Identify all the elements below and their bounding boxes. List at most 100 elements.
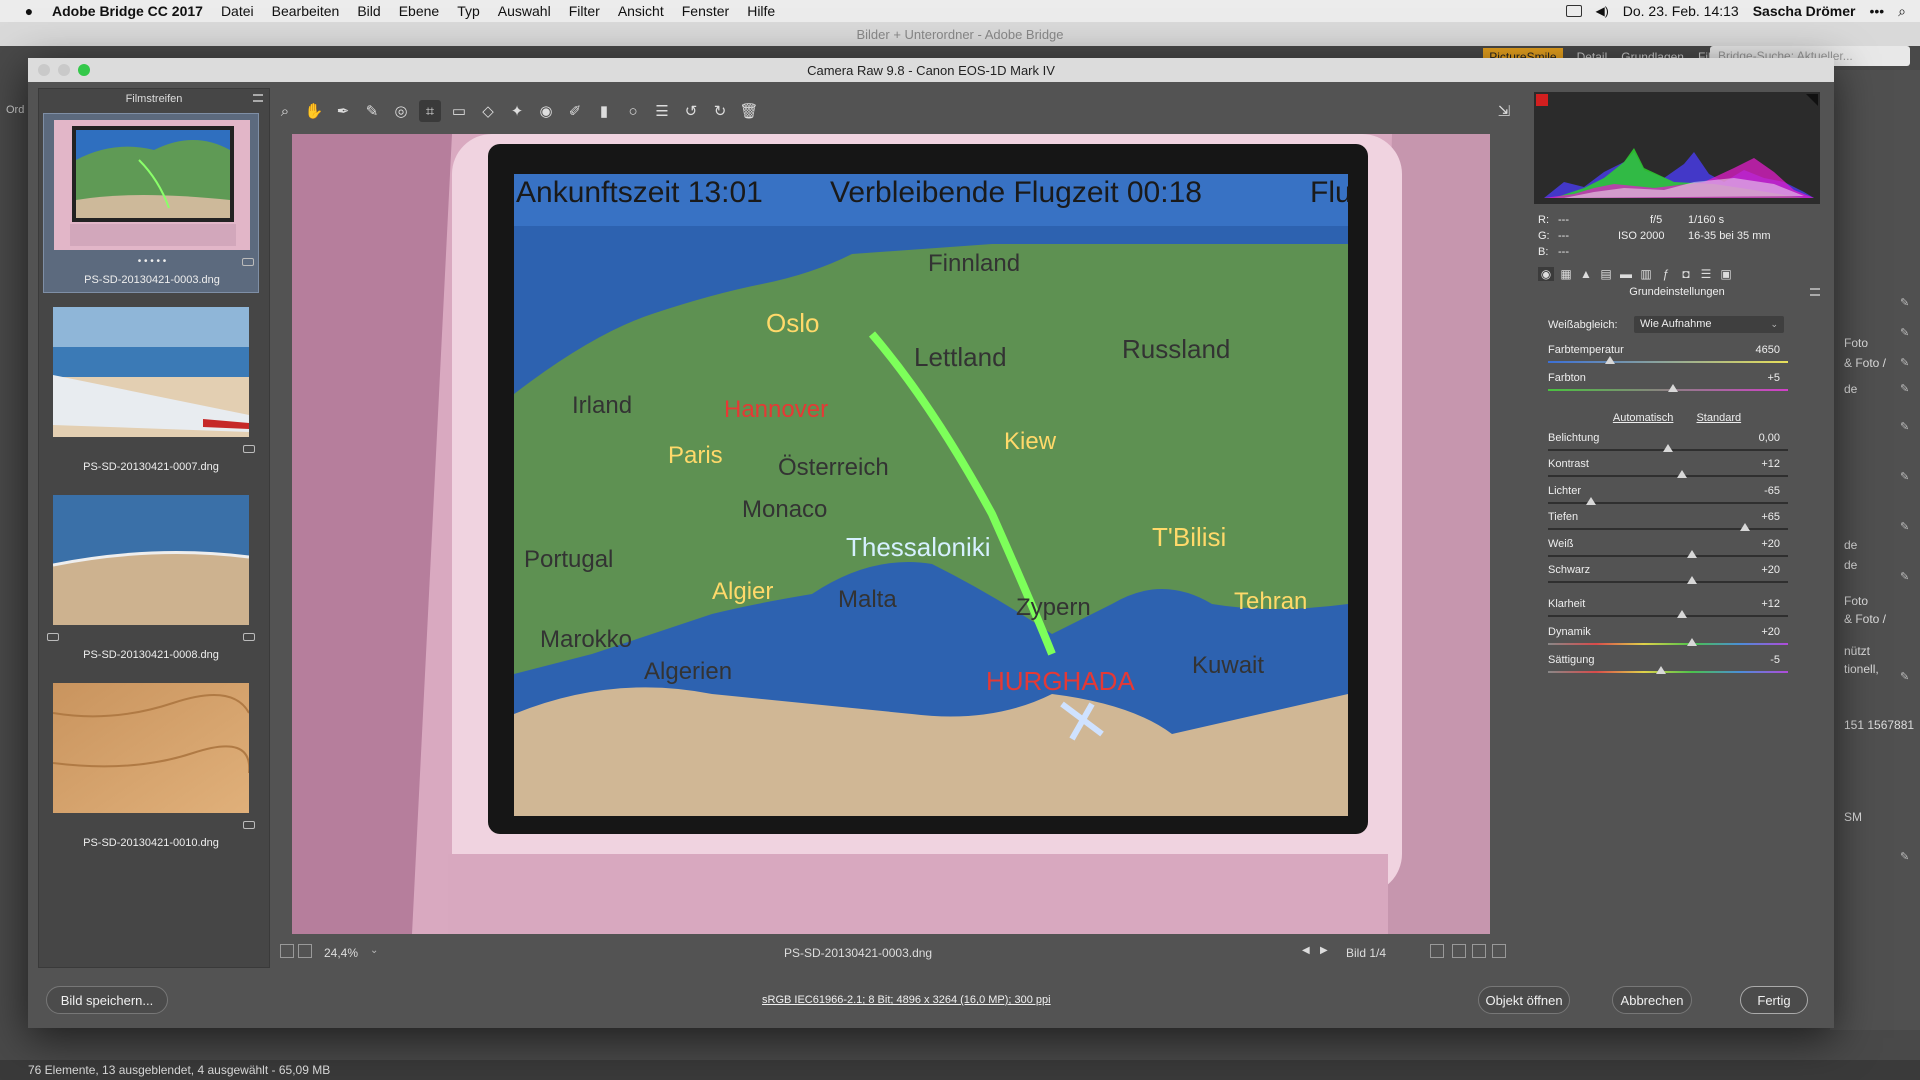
slider-value[interactable]: +65 <box>1761 511 1780 523</box>
red-eye-tool-icon[interactable]: ◉ <box>535 100 557 122</box>
color-sampler-tool-icon[interactable]: ✎ <box>361 100 383 122</box>
slider-track[interactable] <box>1548 501 1788 504</box>
pencil-icon[interactable]: ✎ <box>1900 356 1910 369</box>
slider-thumb[interactable] <box>1687 576 1697 584</box>
apple-icon[interactable]: ● <box>20 2 38 20</box>
copy-settings-icon[interactable] <box>1472 944 1486 958</box>
cancel-button[interactable]: Abbrechen <box>1612 986 1692 1014</box>
zoom-dropdown-icon[interactable]: ⌄ <box>370 945 378 956</box>
slider-temperature[interactable]: Farbtemperatur 4650 <box>1548 344 1792 368</box>
lens-corrections-tab-icon[interactable]: ▥ <box>1638 267 1654 281</box>
slider-thumb[interactable] <box>1663 444 1673 452</box>
slider-value[interactable]: +20 <box>1761 564 1780 576</box>
slider-track[interactable] <box>1548 554 1788 557</box>
transform-tool-icon[interactable]: ◇ <box>477 100 499 122</box>
slider-thumb[interactable] <box>1605 356 1616 364</box>
slider-thumb[interactable] <box>1677 470 1688 479</box>
open-object-button[interactable]: Objekt öffnen <box>1478 986 1570 1014</box>
slider-value[interactable]: -65 <box>1764 485 1780 497</box>
swap-settings-icon[interactable] <box>1452 944 1466 958</box>
crop-tool-icon[interactable]: ⌗ <box>419 100 441 122</box>
slider-track[interactable] <box>1548 671 1788 673</box>
default-link[interactable]: Standard <box>1696 412 1741 424</box>
snapshots-tab-icon[interactable]: ▣ <box>1718 267 1734 281</box>
basic-tab-icon[interactable]: ◉ <box>1538 267 1554 281</box>
before-after-icon[interactable] <box>1430 944 1444 958</box>
slider-thumb[interactable] <box>1655 666 1666 674</box>
adjustment-brush-icon[interactable]: ✐ <box>564 100 586 122</box>
radial-filter-icon[interactable]: ○ <box>622 100 644 122</box>
pencil-icon[interactable]: ✎ <box>1900 850 1910 863</box>
done-button[interactable]: Fertig <box>1740 986 1808 1014</box>
detail-tab-icon[interactable]: ▲ <box>1578 267 1594 281</box>
rating-stars[interactable]: • • • • • <box>44 256 260 267</box>
pencil-icon[interactable]: ✎ <box>1900 296 1910 309</box>
menu-filter[interactable]: Filter <box>569 3 600 19</box>
slider-value[interactable]: +5 <box>1767 372 1780 384</box>
zoom-out-button[interactable] <box>280 944 294 958</box>
slider-thumb[interactable] <box>1667 384 1678 392</box>
slider-track[interactable] <box>1548 361 1788 363</box>
trash-icon[interactable]: 🗑 <box>738 100 760 122</box>
straighten-tool-icon[interactable]: ▭ <box>448 100 470 122</box>
slider-track[interactable] <box>1548 475 1788 478</box>
white-balance-select[interactable]: Wie Aufnahme ⌄ <box>1634 316 1784 333</box>
slider-sättigung[interactable]: Sättigung -5 <box>1548 654 1792 678</box>
split-toning-tab-icon[interactable]: ▬ <box>1618 267 1634 281</box>
slider-value[interactable]: -5 <box>1770 654 1780 666</box>
slider-track[interactable] <box>1548 615 1788 617</box>
presets-tab-icon[interactable]: ☰ <box>1698 267 1714 281</box>
slider-track[interactable] <box>1548 643 1788 645</box>
image-preview[interactable]: Ankunftszeit 13:01 Verbleibende Flugzeit… <box>292 134 1490 934</box>
graduated-filter-icon[interactable]: ▮ <box>593 100 615 122</box>
menu-user[interactable]: Sascha Drömer <box>1753 3 1856 19</box>
pencil-icon[interactable]: ✎ <box>1900 382 1910 395</box>
menu-datetime[interactable]: Do. 23. Feb. 14:13 <box>1623 3 1739 19</box>
pencil-icon[interactable]: ✎ <box>1900 326 1910 339</box>
filmstrip-menu-icon[interactable] <box>253 94 263 102</box>
menu-hilfe[interactable]: Hilfe <box>747 3 775 19</box>
pencil-icon[interactable]: ✎ <box>1900 670 1910 683</box>
menu-typ[interactable]: Typ <box>457 3 480 19</box>
menu-fenster[interactable]: Fenster <box>682 3 729 19</box>
menu-datei[interactable]: Datei <box>221 3 254 19</box>
preferences-icon[interactable]: ☰ <box>651 100 673 122</box>
slider-track[interactable] <box>1548 528 1788 531</box>
slider-kontrast[interactable]: Kontrast +12 <box>1548 458 1792 482</box>
zoom-tool-icon[interactable]: ⌕ <box>274 100 296 122</box>
fullscreen-icon[interactable]: ⇲ <box>1493 100 1515 122</box>
slider-thumb[interactable] <box>1586 496 1597 505</box>
slider-value[interactable]: 4650 <box>1756 344 1780 356</box>
slider-dynamik[interactable]: Dynamik +20 <box>1548 626 1792 650</box>
hsl-tab-icon[interactable]: ▤ <box>1598 267 1614 281</box>
slider-value[interactable]: +12 <box>1761 458 1780 470</box>
slider-tiefen[interactable]: Tiefen +65 <box>1548 511 1792 535</box>
zoom-in-button[interactable] <box>298 944 312 958</box>
filmstrip-item[interactable]: PS-SD-20130421-0008.dng <box>43 489 259 669</box>
white-balance-tool-icon[interactable]: ✒ <box>332 100 354 122</box>
zoom-level[interactable]: 24,4% <box>324 946 358 960</box>
pencil-icon[interactable]: ✎ <box>1900 420 1910 433</box>
slider-value[interactable]: +12 <box>1761 598 1780 610</box>
camera-calibration-tab-icon[interactable]: ◘ <box>1678 267 1694 281</box>
slider-belichtung[interactable]: Belichtung 0,00 <box>1548 432 1792 456</box>
rotate-left-icon[interactable]: ↺ <box>680 100 702 122</box>
close-button[interactable] <box>38 64 50 76</box>
effects-tab-icon[interactable]: ƒ <box>1658 267 1674 281</box>
search-icon[interactable]: ⌕ <box>1898 3 1906 20</box>
slider-value[interactable]: 0,00 <box>1759 432 1780 444</box>
targeted-adjustment-tool-icon[interactable]: ◎ <box>390 100 412 122</box>
slider-schwarz[interactable]: Schwarz +20 <box>1548 564 1792 588</box>
slider-weiß[interactable]: Weiß +20 <box>1548 538 1792 562</box>
filmstrip-item[interactable]: PS-SD-20130421-0007.dng <box>43 301 259 481</box>
menu-bearbeiten[interactable]: Bearbeiten <box>272 3 340 19</box>
menu-ebene[interactable]: Ebene <box>399 3 439 19</box>
menu-ansicht[interactable]: Ansicht <box>618 3 664 19</box>
slider-klarheit[interactable]: Klarheit +12 <box>1548 598 1792 622</box>
screen-record-icon[interactable] <box>1565 5 1582 17</box>
spot-removal-tool-icon[interactable]: ✦ <box>506 100 528 122</box>
pencil-icon[interactable]: ✎ <box>1900 570 1910 583</box>
menu-app-name[interactable]: Adobe Bridge CC 2017 <box>52 3 203 19</box>
minimize-button[interactable] <box>58 64 70 76</box>
hand-tool-icon[interactable]: ✋ <box>303 100 325 122</box>
